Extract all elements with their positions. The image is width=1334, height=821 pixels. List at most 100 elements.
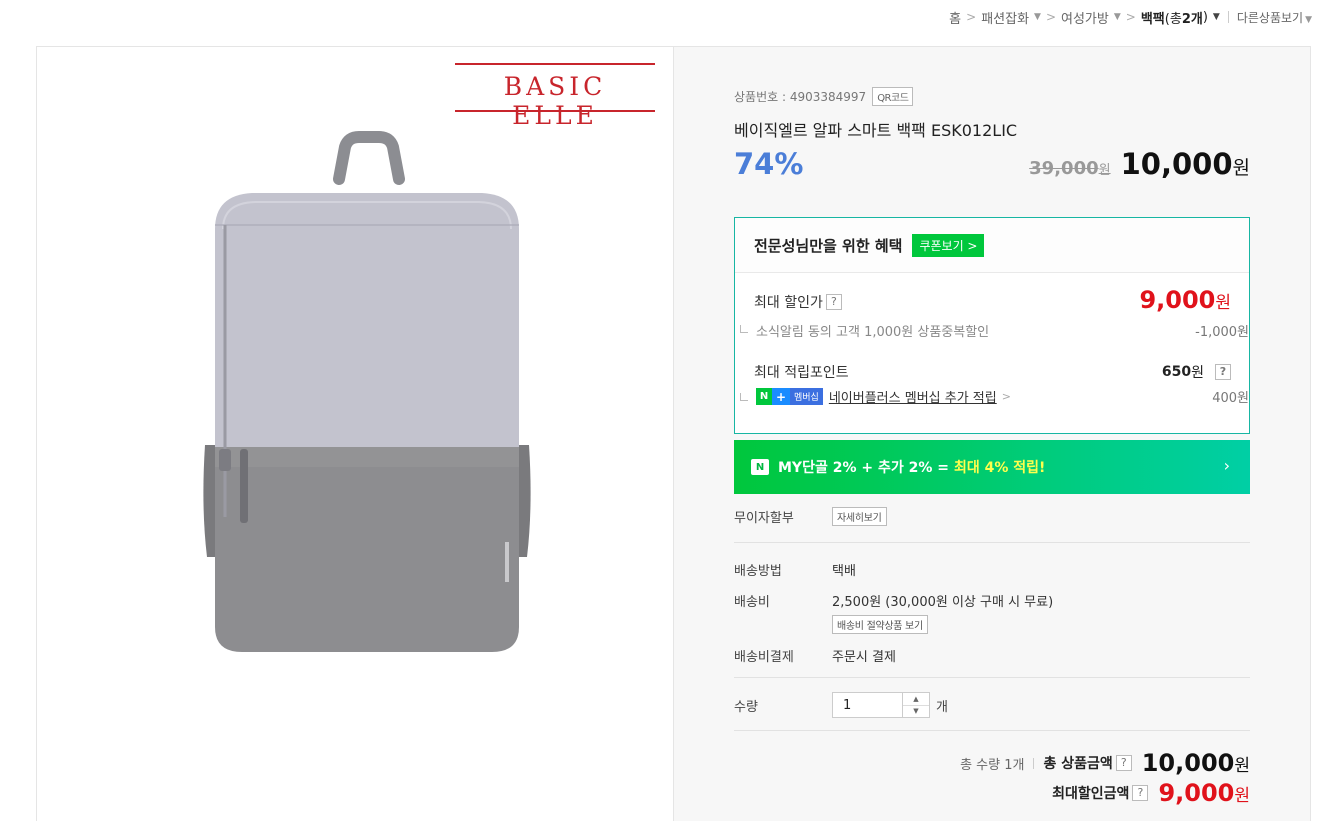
max-discount-total-row: 최대할인금액 ? 9,000원 [1052, 779, 1250, 807]
benefit-box: 전문성님만을 위한 혜택 쿠폰보기 > 최대 할인가? 9,000원 소식알림 … [734, 217, 1250, 434]
my-banner-text: MY단골 2% + 추가 2% = [778, 460, 949, 476]
installment-detail-button[interactable]: 자세히보기 [832, 507, 887, 526]
chevron-down-icon: ▼ [1034, 12, 1041, 22]
other-products-label: 다른상품보기 [1236, 10, 1304, 25]
coupon-view-button[interactable]: 쿠폰보기 > [912, 233, 985, 257]
divider [734, 677, 1250, 678]
elbow-icon [740, 325, 748, 333]
breadcrumb-womens-bags-label: 여성가방 [1061, 11, 1109, 27]
my-banner-highlight: 최대 4% 적립! [953, 460, 1046, 476]
total-price-row: 총 수량 1개 총 상품금액 ? 10,000원 [960, 749, 1250, 777]
price-area: 39,000원 10,000원 [1029, 147, 1250, 181]
breadcrumb-fashion[interactable]: 패션잡화 ▼ [981, 8, 1041, 27]
shipping-saver-button[interactable]: 배송비 절약상품 보기 [832, 615, 928, 634]
quantity-unit: 개 [936, 699, 948, 715]
shipping-payment-value: 주문시 결제 [832, 650, 896, 665]
quantity-input[interactable]: 1 [832, 692, 903, 718]
breadcrumb-current-label: 백팩 [1140, 11, 1165, 27]
breadcrumb-count-prefix: (총 [1164, 11, 1182, 27]
sale-price-value: 10,000 [1120, 147, 1233, 181]
divider [734, 542, 1250, 543]
max-discount-total-unit: 원 [1234, 786, 1250, 806]
breadcrumb-womens-bags[interactable]: 여성가방 ▼ [1061, 8, 1121, 27]
naver-plus-membership-link[interactable]: 네이버플러스 멤버십 추가 적립 [829, 387, 997, 406]
chevron-right-icon: › [1223, 456, 1230, 475]
max-discount-label-text: 최대 할인가 [754, 295, 823, 311]
breadcrumb-divider [1227, 11, 1229, 23]
benefit-heading-label: 전문성님만을 위한 혜택 [754, 236, 903, 255]
product-info-panel: 상품번호 : 4903384997 QR코드 베이직엘르 알파 스마트 백팩 E… [673, 46, 1311, 821]
qr-code-button[interactable]: QR코드 [872, 87, 914, 106]
max-points-label: 최대 적립포인트 [754, 365, 849, 381]
breadcrumb-home[interactable]: 홈 [949, 8, 961, 27]
quantity-stepper: 1 ▲ ▼ 개 [832, 692, 948, 718]
question-icon[interactable]: ? [1115, 755, 1132, 771]
original-price-unit: 원 [1098, 163, 1111, 178]
discount-rate: 74% [734, 147, 804, 181]
alarm-discount-desc: 소식알림 동의 고객 1,000원 상품중복할인 [756, 325, 990, 340]
breadcrumb: 홈 > 패션잡화 ▼ > 여성가방 ▼ > 백팩 (총 2개) ▼ 다른상품보기 ▼ [949, 6, 1312, 28]
elbow-icon [740, 392, 748, 401]
max-discount-price-unit: 원 [1215, 293, 1231, 313]
naver-plus-badge: N + 멤버십 [756, 388, 823, 405]
max-points-number: 650 [1161, 364, 1192, 380]
question-icon[interactable]: ? [825, 294, 842, 310]
alarm-discount-row: 소식알림 동의 고객 1,000원 상품중복할인 -1,000원 [735, 321, 1249, 340]
total-quantity: 총 수량 1개 [960, 757, 1025, 773]
breadcrumb-fashion-label: 패션잡화 [981, 11, 1030, 27]
max-points-row: 최대 적립포인트 650 원? [754, 362, 1231, 382]
membership-badge-label: 멤버십 [790, 388, 823, 405]
max-discount-total-value: 9,000 [1158, 779, 1235, 807]
logo-line-top [455, 63, 655, 65]
max-discount-price: 9,000원 [1139, 286, 1231, 314]
product-image-backpack[interactable] [197, 87, 537, 667]
other-products-link[interactable]: 다른상품보기 ▼ [1237, 9, 1312, 26]
max-discount-total: 9,000원 [1158, 779, 1250, 807]
naver-n-icon: N [751, 459, 769, 475]
question-icon[interactable]: ? [1215, 364, 1231, 380]
shipping-fee-label: 배송비 [734, 595, 770, 610]
product-number: 상품번호 : 4903384997 QR코드 [734, 87, 914, 106]
max-discount-price-value: 9,000 [1139, 286, 1216, 314]
question-icon[interactable]: ? [1132, 785, 1149, 801]
benefit-heading: 전문성님만을 위한 혜택 쿠폰보기 > [735, 218, 1249, 273]
total-divider [1033, 757, 1035, 769]
chevron-down-icon: ▼ [1113, 12, 1121, 22]
chevron-right-icon: > [1001, 390, 1011, 403]
installment-label: 무이자할부 [734, 511, 794, 526]
naver-n-icon: N [756, 388, 772, 405]
installment-row: 무이자할부 자세히보기 [734, 507, 1250, 526]
breadcrumb-count: 2개 [1181, 11, 1203, 27]
total-price-label: 총 상품금액 [1043, 756, 1113, 772]
my-regular-banner[interactable]: N MY단골 2% + 추가 2% = 최대 4% 적립! › [734, 440, 1250, 494]
total-price-value: 10,000 [1141, 749, 1235, 777]
breadcrumb-separator-icon: > [1125, 10, 1136, 24]
arrow-up-icon[interactable]: ▲ [903, 693, 929, 706]
breadcrumb-separator-icon: > [966, 10, 977, 24]
shipping-method-value: 택배 [832, 564, 856, 579]
plus-icon: + [772, 388, 790, 405]
max-points-value: 650 원? [1162, 362, 1231, 382]
naver-plus-amount: 400원 [1212, 391, 1249, 406]
sale-price: 10,000원 [1121, 147, 1250, 181]
breadcrumb-current-backpack[interactable]: 백팩 (총 2개) ▼ [1141, 8, 1220, 27]
breadcrumb-count-suffix: ) [1202, 9, 1208, 25]
shipping-saver-row: 배송비 절약상품 보기 [734, 615, 1250, 634]
quantity-label: 수량 [734, 699, 758, 715]
divider [734, 730, 1250, 731]
product-title: 베이직엘르 알파 스마트 백팩 ESK012LIC [734, 121, 1018, 140]
max-discount-row: 최대 할인가? 9,000원 [754, 286, 1231, 314]
product-image-panel: BASIC ELLE [36, 46, 673, 821]
quantity-row: 수량 1 ▲ ▼ 개 [734, 692, 1250, 718]
total-price: 10,000원 [1142, 749, 1250, 777]
alarm-discount-amount: -1,000원 [1195, 325, 1249, 340]
naver-plus-row: N + 멤버십 네이버플러스 멤버십 추가 적립 > 400원 [735, 387, 1249, 406]
chevron-down-icon: ▼ [1212, 12, 1220, 22]
shipping-fee-value: 2,500원 (30,000원 이상 구매 시 무료) [832, 595, 1054, 610]
shipping-fee-row: 배송비 2,500원 (30,000원 이상 구매 시 무료) [734, 591, 1250, 610]
chevron-down-icon: ▼ [1305, 14, 1312, 25]
product-number-label: 상품번호 : 4903384997 [734, 90, 867, 104]
quantity-arrows: ▲ ▼ [903, 692, 930, 718]
arrow-down-icon[interactable]: ▼ [903, 706, 929, 718]
max-discount-label: 최대 할인가? [754, 292, 842, 312]
